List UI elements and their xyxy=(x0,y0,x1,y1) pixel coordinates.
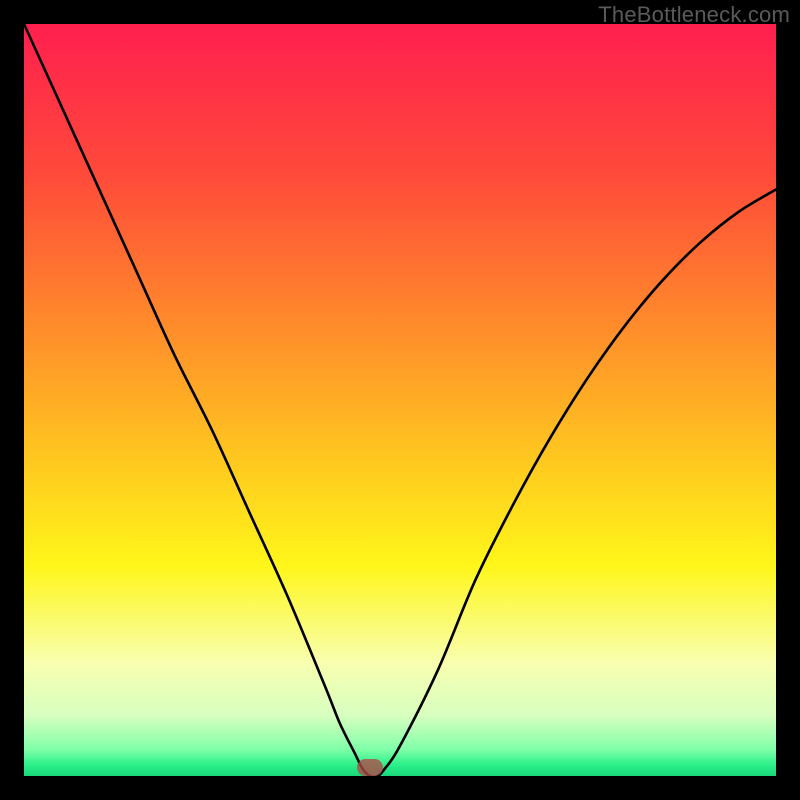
plot-area xyxy=(24,24,776,776)
bottleneck-curve xyxy=(24,24,776,776)
watermark-text: TheBottleneck.com xyxy=(598,2,790,28)
chart-frame: TheBottleneck.com xyxy=(0,0,800,800)
optimal-point-marker xyxy=(357,759,383,776)
